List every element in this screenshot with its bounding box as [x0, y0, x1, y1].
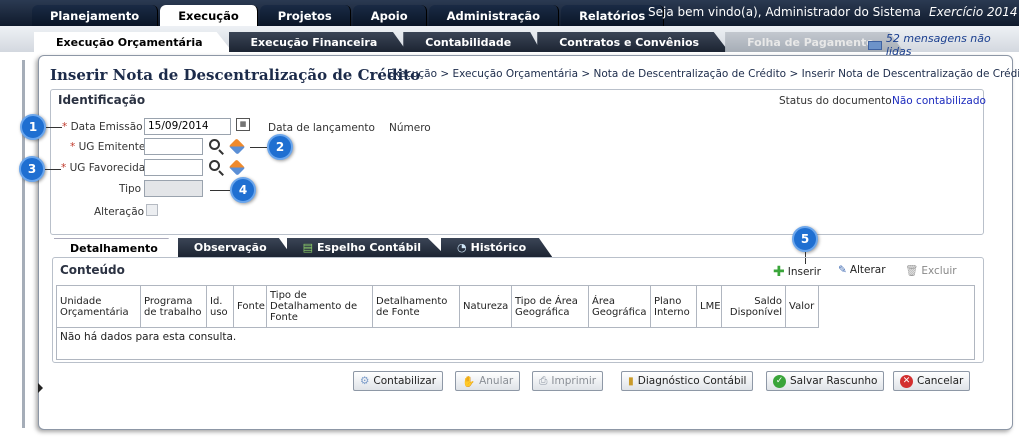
callout-2: 2 — [267, 134, 293, 160]
col-programa-trabalho[interactable]: Programa de trabalho — [141, 286, 207, 327]
table-header: Unidade Orçamentária Programa de trabalh… — [57, 286, 819, 328]
nav-tab-apoio[interactable]: Apoio — [352, 5, 427, 26]
ug-emitente-label: * UG Emitente — [70, 141, 146, 153]
imprimir-button[interactable]: ⎙ Imprimir — [532, 371, 604, 391]
col-detalhamento-fonte[interactable]: Detalhamento de Fonte — [373, 286, 460, 327]
tab-detalhamento[interactable]: Detalhamento — [54, 238, 184, 257]
callout-1: 1 — [20, 114, 46, 140]
callout-2-line — [250, 147, 267, 148]
data-emissao-label: * Data Emissão — [62, 121, 143, 133]
welcome-text: Seja bem vindo(a), Administrador do Sist… — [648, 5, 921, 19]
conteudo-heading: Conteúdo — [60, 263, 125, 277]
col-plano-interno[interactable]: Plano Interno — [651, 286, 697, 327]
callout-5: 5 — [792, 226, 818, 252]
nav-tab-planejamento[interactable]: Planejamento — [32, 5, 159, 26]
exercicio-link[interactable]: Exercício 2014 — [929, 5, 1018, 19]
breadcrumb: Execução > Execução Orçamentária > Nota … — [387, 68, 1019, 80]
data-lancamento-label: Data de lançamento — [268, 122, 375, 134]
callout-3: 3 — [19, 156, 45, 182]
callout-4: 4 — [230, 177, 256, 203]
status-label: Status do documento — [779, 95, 892, 107]
sub-bar: Execução Orçamentária Execução Financeir… — [0, 26, 1019, 52]
ug-favorecida-input[interactable] — [144, 159, 203, 176]
nav-tab-projetos[interactable]: Projetos — [259, 5, 351, 26]
ug-emitente-input[interactable] — [144, 138, 203, 155]
collapse-arrow-icon[interactable] — [38, 383, 43, 393]
conteudo-table: Unidade Orçamentária Programa de trabalh… — [56, 285, 975, 360]
search-icon[interactable] — [209, 139, 220, 150]
edit-icon: ✎ — [838, 264, 847, 276]
tipo-label: Tipo — [119, 183, 142, 195]
callout-1-line — [46, 127, 62, 128]
gears-icon: ⚙ — [360, 375, 370, 387]
calendar-icon[interactable]: ▦ — [236, 118, 250, 131]
cancelar-button[interactable]: ✕ Cancelar — [893, 371, 971, 391]
search-icon[interactable] — [209, 160, 220, 171]
col-fonte[interactable]: Fonte — [234, 286, 267, 327]
tab-historico[interactable]: ◔ Histórico — [441, 238, 553, 257]
tipo-input — [144, 180, 203, 197]
plus-icon: ✚ — [773, 264, 785, 280]
alterar-button[interactable]: ✎ Alterar — [838, 264, 886, 276]
anular-button[interactable]: ✋ Anular — [455, 371, 521, 391]
detail-tabs: Detalhamento Observação ▤ Espelho Contáb… — [54, 238, 553, 257]
alteracao-label: Alteração — [94, 206, 145, 218]
trash-icon: 🗑 — [905, 265, 919, 277]
subtab-contratos-convenios[interactable]: Contratos e Convênios — [537, 32, 730, 52]
excluir-button[interactable]: 🗑 Excluir — [905, 264, 957, 278]
sub-nav: Execução Orçamentária Execução Financeir… — [34, 32, 904, 52]
identificacao-heading: Identificação — [58, 93, 146, 107]
col-unidade-orcamentaria[interactable]: Unidade Orçamentária — [57, 286, 141, 327]
callout-4-line — [210, 190, 230, 191]
col-valor[interactable]: Valor — [786, 286, 819, 327]
subtab-execucao-orcamentaria[interactable]: Execução Orçamentária — [34, 32, 233, 52]
main-nav: Planejamento Execução Projetos Apoio Adm… — [32, 5, 666, 26]
tab-observacao[interactable]: Observação — [177, 238, 293, 257]
cancel-icon: ✕ — [900, 374, 913, 388]
page-title: Inserir Nota de Descentralização de Créd… — [50, 66, 421, 84]
alteracao-checkbox[interactable] — [146, 204, 158, 216]
subtab-contabilidade[interactable]: Contabilidade — [403, 32, 542, 52]
col-saldo-disponivel[interactable]: Saldo Disponível — [722, 286, 786, 327]
nav-tab-administracao[interactable]: Administração — [428, 5, 560, 26]
diagnostico-contabil-button[interactable]: ▮ Diagnóstico Contábil — [621, 371, 754, 391]
chart-lock-icon: ▮ — [628, 375, 634, 387]
envelope-icon — [868, 40, 882, 50]
col-tipo-area-geografica[interactable]: Tipo de Área Geográfica — [512, 286, 589, 327]
left-edge-bar — [22, 60, 25, 428]
ug-favorecida-label: * UG Favorecida — [61, 162, 146, 174]
table-icon: ▤ — [302, 241, 314, 254]
hand-icon: ✋ — [462, 375, 476, 388]
status-value: Não contabilizado — [892, 95, 986, 107]
numero-label: Número — [389, 122, 431, 134]
contabilizar-button[interactable]: ⚙ Contabilizar — [353, 371, 444, 391]
top-bar: Planejamento Execução Projetos Apoio Adm… — [0, 0, 1019, 26]
data-emissao-input[interactable]: 15/09/2014 — [144, 118, 231, 135]
col-area-geografica[interactable]: Área Geográfica — [589, 286, 651, 327]
printer-icon: ⎙ — [539, 374, 548, 387]
nav-tab-execucao[interactable]: Execução — [160, 5, 258, 26]
col-natureza[interactable]: Natureza — [460, 286, 512, 327]
empty-message: Não há dados para esta consulta. — [60, 331, 237, 343]
callout-3-line — [45, 169, 61, 170]
tab-espelho-contabil[interactable]: ▤ Espelho Contábil — [286, 238, 447, 257]
col-tipo-detalhamento-fonte[interactable]: Tipo de Detalhamento de Fonte — [267, 286, 373, 327]
subtab-execucao-financeira[interactable]: Execução Financeira — [228, 32, 408, 52]
col-id-uso[interactable]: Id. uso — [207, 286, 234, 327]
col-lme[interactable]: LME — [697, 286, 722, 327]
history-icon: ◔ — [457, 241, 467, 254]
salvar-rascunho-button[interactable]: ✓ Salvar Rascunho — [766, 371, 885, 391]
check-icon: ✓ — [773, 374, 786, 388]
inserir-button[interactable]: ✚ Inserir — [773, 264, 821, 280]
